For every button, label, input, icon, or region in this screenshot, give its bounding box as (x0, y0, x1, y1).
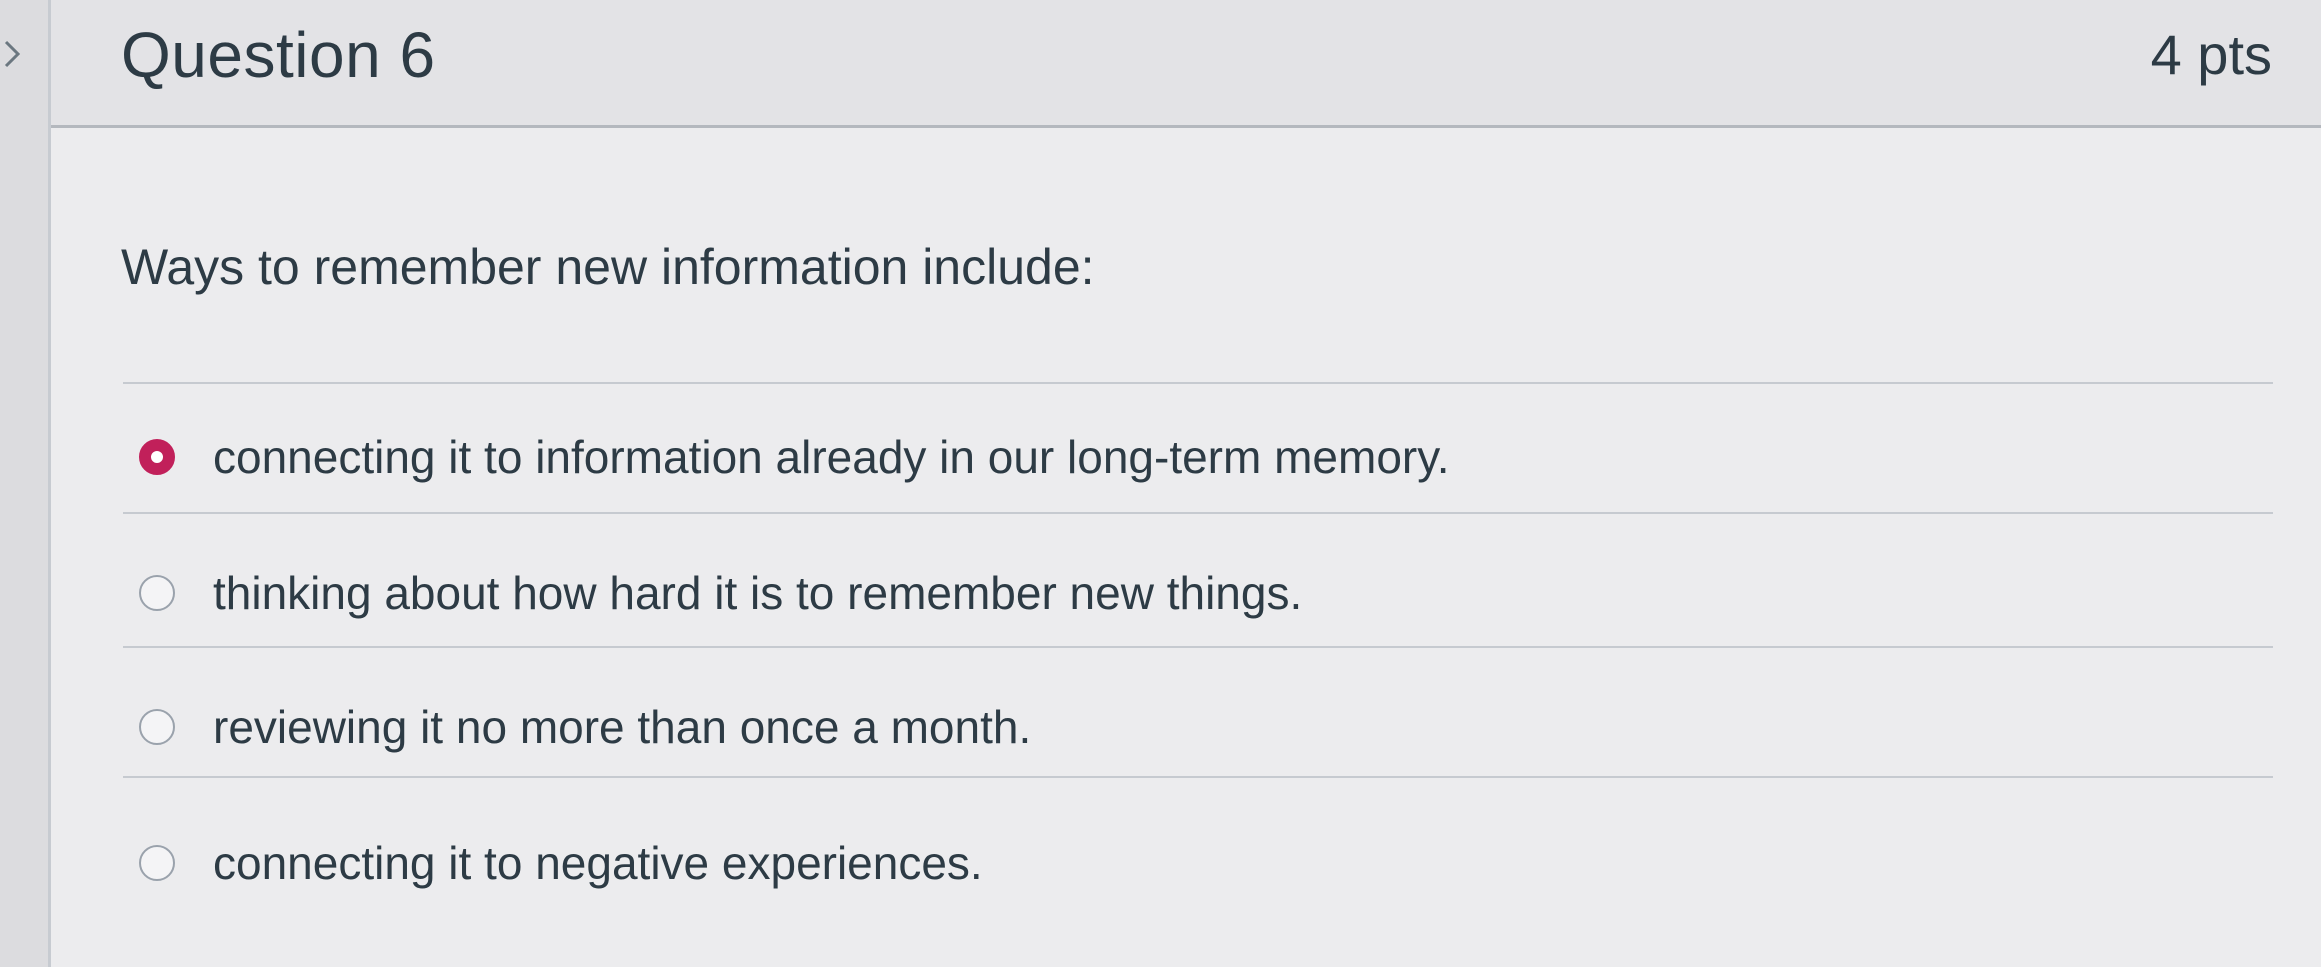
answer-option-3[interactable]: reviewing it no more than once a month. (139, 682, 2239, 772)
chevron-right-icon[interactable] (2, 36, 26, 72)
answer-option-1[interactable]: connecting it to information already in … (139, 412, 2239, 502)
question-title: Question 6 (121, 19, 436, 91)
radio-selected-icon[interactable] (139, 439, 175, 475)
answer-divider (123, 646, 2273, 648)
answer-label: thinking about how hard it is to remembe… (213, 567, 1303, 619)
question-card: Question 6 4 pts Ways to remember new in… (48, 0, 2321, 967)
answer-option-2[interactable]: thinking about how hard it is to remembe… (139, 548, 2239, 638)
answer-label: connecting it to information already in … (213, 431, 1450, 483)
left-nav-strip (0, 0, 48, 967)
question-prompt: Ways to remember new information include… (121, 239, 1095, 295)
radio-unselected-icon[interactable] (139, 709, 175, 745)
answer-label: connecting it to negative experiences. (213, 837, 983, 889)
question-points: 4 pts (2150, 23, 2272, 86)
question-header: Question 6 4 pts (51, 0, 2321, 128)
answer-divider (123, 512, 2273, 514)
radio-unselected-icon[interactable] (139, 575, 175, 611)
radio-unselected-icon[interactable] (139, 845, 175, 881)
answer-option-4[interactable]: connecting it to negative experiences. (139, 818, 2239, 908)
answer-divider (123, 776, 2273, 778)
answer-divider (123, 382, 2273, 384)
answer-label: reviewing it no more than once a month. (213, 701, 1032, 753)
